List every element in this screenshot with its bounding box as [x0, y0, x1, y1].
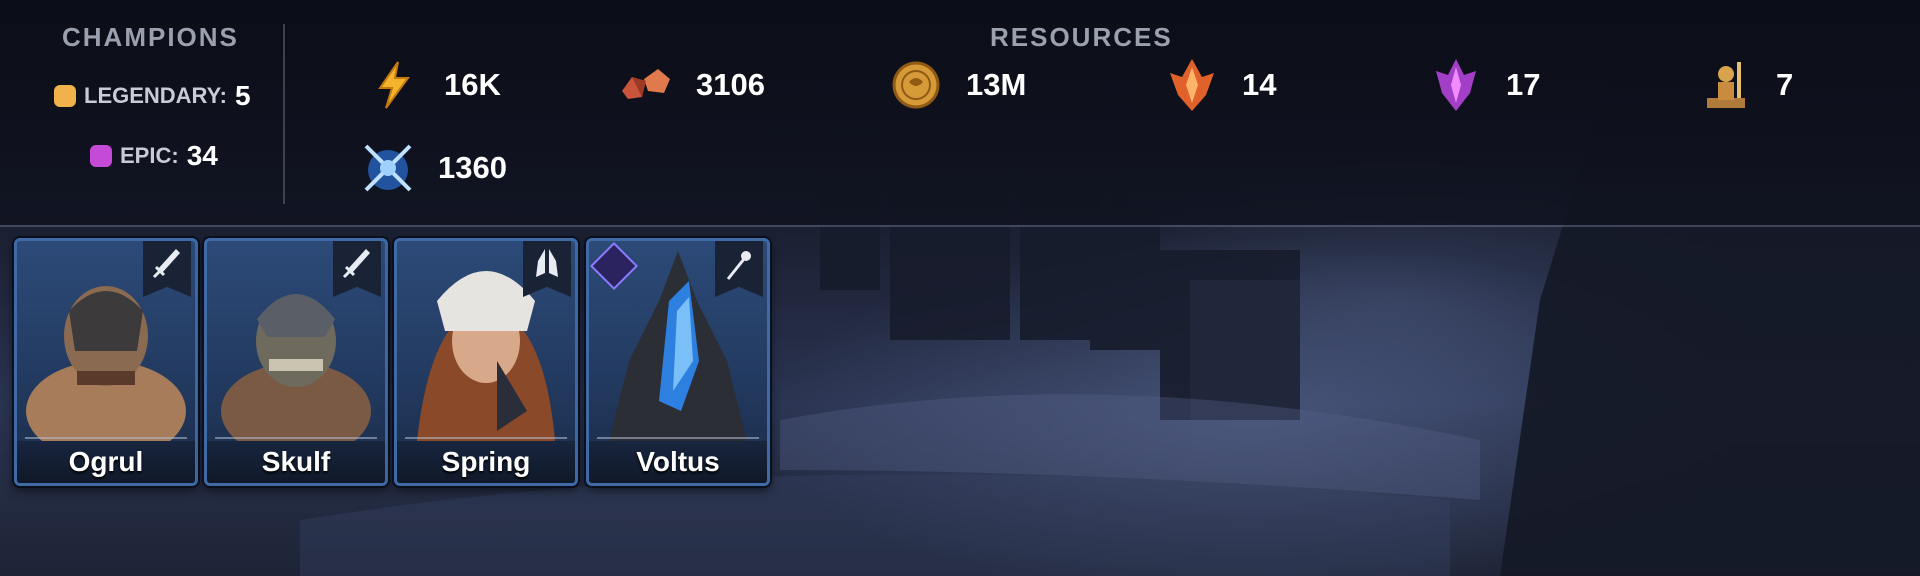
resource-energy: 16K: [366, 55, 501, 115]
sacred-knight-value: 7: [1776, 67, 1794, 102]
resource-fire-shard: 14: [1164, 55, 1276, 115]
legendary-label: LEGENDARY:: [84, 83, 227, 108]
energy-value: 16K: [444, 67, 501, 102]
resource-void-shard: 17: [1428, 55, 1540, 115]
energy-icon: [366, 57, 422, 113]
sacred-knight-icon: [1698, 57, 1754, 113]
epic-count-row: EPIC: 34: [90, 140, 218, 172]
champion-card-skulf[interactable]: Skulf: [204, 238, 388, 486]
skulf-name: Skulf: [207, 441, 385, 483]
arena-tokens-value: 1360: [438, 150, 507, 185]
sword-icon: [342, 247, 372, 286]
void-shard-icon: [1428, 57, 1484, 113]
resource-sacred-knight: 7: [1698, 55, 1793, 115]
spring-divider: [405, 437, 567, 439]
champions-title: CHAMPIONS: [62, 22, 239, 52]
skulf-divider: [215, 437, 377, 439]
resource-rubies: 3106: [618, 55, 765, 115]
spring-name: Spring: [397, 441, 575, 483]
resource-arena-tokens: 1360: [360, 138, 507, 198]
praying-hands-icon: [532, 247, 562, 286]
champion-card-ogrul[interactable]: Ogrul: [14, 238, 198, 486]
fire-shard-value: 14: [1242, 67, 1277, 102]
arena-token-icon: [360, 140, 416, 196]
void-shard-value: 17: [1506, 67, 1541, 102]
ogrul-name: Ogrul: [17, 441, 195, 483]
section-divider: [283, 24, 285, 204]
resource-silver: 13M: [888, 55, 1026, 115]
silver-coin-icon: [888, 57, 944, 113]
legendary-count: 5: [235, 80, 251, 111]
champion-card-voltus[interactable]: Voltus: [586, 238, 770, 486]
sword-icon: [152, 247, 182, 286]
rubies-value: 3106: [696, 67, 765, 102]
ogrul-divider: [25, 437, 187, 439]
champion-card-spring[interactable]: Spring: [394, 238, 578, 486]
epic-rarity-icon: [90, 145, 112, 167]
silver-value: 13M: [966, 67, 1027, 102]
resources-title: RESOURCES: [990, 22, 1173, 52]
staff-icon: [724, 247, 754, 286]
epic-label: EPIC:: [120, 143, 179, 168]
header-divider: [0, 225, 1920, 227]
legendary-count-row: LEGENDARY: 5: [54, 80, 251, 112]
rubies-icon: [618, 57, 674, 113]
voltus-name: Voltus: [589, 441, 767, 483]
fire-shard-icon: [1164, 57, 1220, 113]
voltus-divider: [597, 437, 759, 439]
epic-count: 34: [186, 140, 218, 171]
legendary-rarity-icon: [54, 85, 76, 107]
